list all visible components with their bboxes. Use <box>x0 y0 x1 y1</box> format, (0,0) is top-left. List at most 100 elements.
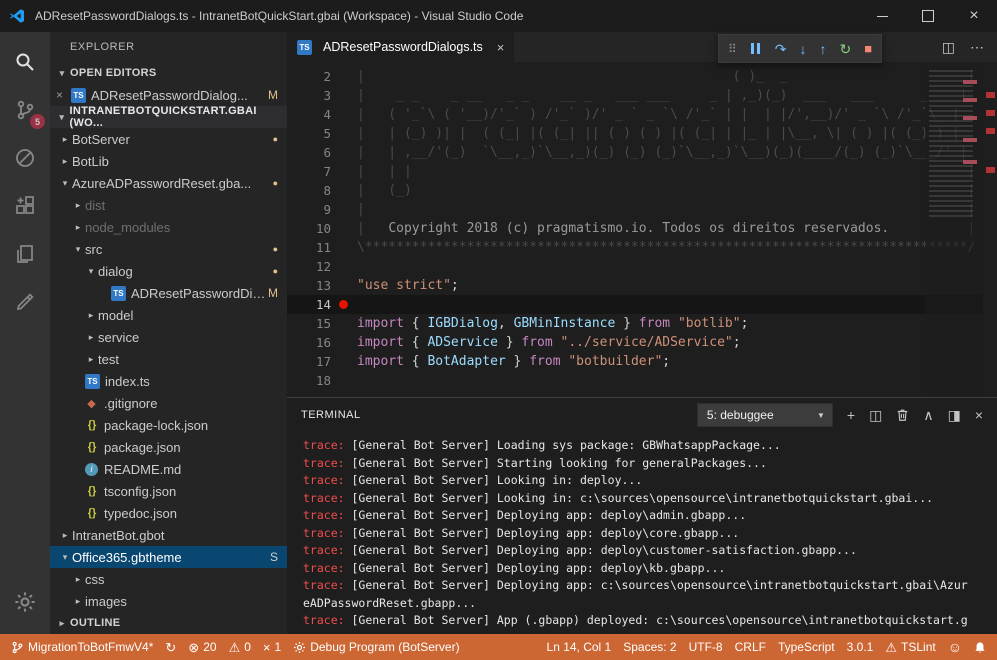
more-actions-button[interactable]: ⋯ <box>970 39 984 56</box>
code-line-14[interactable]: 14 <box>287 295 997 314</box>
git-branch[interactable]: MigrationToBotFmwV4* <box>5 634 159 660</box>
code-line-4[interactable]: 4| ( '_`\ ( '__)/'_` ) /'_` )/' _ ` _ `\… <box>287 105 997 124</box>
notifications-bell[interactable] <box>968 634 992 660</box>
tree-item[interactable]: ▸dist <box>50 194 287 216</box>
errors-count[interactable]: ⊗20 <box>182 634 222 660</box>
close-icon[interactable]: × <box>56 88 71 102</box>
tslint-status[interactable]: ⚠TSLint <box>879 634 941 660</box>
code-line-12[interactable]: 12 <box>287 257 997 276</box>
split-terminal-button[interactable]: ◫ <box>869 407 882 424</box>
tree-item[interactable]: ▾AzureADPasswordReset.gba...● <box>50 172 287 194</box>
maximize-button[interactable] <box>905 0 951 32</box>
tree-item[interactable]: ▸node_modules <box>50 216 287 238</box>
gear-icon[interactable] <box>0 578 50 626</box>
code-line-13[interactable]: 13"use strict"; <box>287 276 997 295</box>
step-over-button[interactable]: ↷ <box>775 42 787 56</box>
terminal-tab[interactable]: TERMINAL <box>301 409 361 421</box>
tree-item[interactable]: ▸IntranetBot.gbot <box>50 524 287 546</box>
tree-item[interactable]: ▸test <box>50 348 287 370</box>
tree-item[interactable]: {}package.json <box>50 436 287 458</box>
tab-title: ADResetPasswordDialogs.ts <box>323 40 483 54</box>
typescript-version[interactable]: 3.0.1 <box>841 634 880 660</box>
close-button[interactable]: × <box>951 0 997 32</box>
terminal-line: trace: [General Bot Server] Loading sys … <box>303 437 997 455</box>
tree-item[interactable]: {}tsconfig.json <box>50 480 287 502</box>
code-line-7[interactable]: 7| | | | <box>287 162 997 181</box>
tree-item[interactable]: ▾src● <box>50 238 287 260</box>
search-icon[interactable] <box>0 38 50 86</box>
code-editor[interactable]: 2| ( )_ _ |3| _ _ _ __ _ _ __ _ ___ ___ … <box>287 62 997 397</box>
extensions-icon[interactable] <box>0 182 50 230</box>
line-number: 18 <box>287 371 345 390</box>
breakpoint-dot[interactable] <box>339 300 348 309</box>
open-editor-item[interactable]: ×TSADResetPasswordDialog...M <box>50 84 287 106</box>
code-line-8[interactable]: 8| (_) | <box>287 181 997 200</box>
tree-item[interactable]: {}package-lock.json <box>50 414 287 436</box>
pages-icon[interactable] <box>0 230 50 278</box>
tree-item[interactable]: ▾dialog● <box>50 260 287 282</box>
code-line-15[interactable]: 15import { IGBDialog, GBMinInstance } fr… <box>287 314 997 333</box>
tree-item[interactable]: TSindex.ts <box>50 370 287 392</box>
sync-button[interactable]: ↻ <box>159 634 182 660</box>
restart-button[interactable]: ↻ <box>840 42 852 56</box>
terminal-output[interactable]: trace: [General Bot Server] Loading sys … <box>287 432 997 634</box>
tree-item[interactable]: {}typedoc.json <box>50 502 287 524</box>
file-tree: ▸BotServer●▸BotLib▾AzureADPasswordReset.… <box>50 128 287 612</box>
tree-item[interactable]: ◆.gitignore <box>50 392 287 414</box>
source-control-icon[interactable]: 5 <box>0 86 50 134</box>
code-line-11[interactable]: 11\*************************************… <box>287 238 997 257</box>
encoding[interactable]: UTF-8 <box>683 634 729 660</box>
stop-button[interactable]: ■ <box>864 42 872 55</box>
edit-icon[interactable] <box>0 278 50 326</box>
indentation[interactable]: Spaces: 2 <box>617 634 682 660</box>
overview-ruler[interactable] <box>983 62 997 397</box>
terminal-selector-dropdown[interactable]: 5: debuggee ▼ <box>697 403 833 427</box>
add-terminal-button[interactable]: + <box>847 407 855 423</box>
debug-launch[interactable]: Debug Program (BotServer) <box>287 634 465 660</box>
cursor-position[interactable]: Ln 14, Col 1 <box>541 634 618 660</box>
tree-item[interactable]: ▾Office365.gbthemeS <box>50 546 287 568</box>
error-mark <box>986 167 995 173</box>
open-editors-header[interactable]: ▾ OPEN EDITORS <box>50 62 287 84</box>
eol-sequence[interactable]: CRLF <box>729 634 772 660</box>
tab-adresetpassworddialogs[interactable]: TS ADResetPasswordDialogs.ts × <box>287 32 514 62</box>
tree-item[interactable]: ▸css <box>50 568 287 590</box>
warnings-count[interactable]: ⚠0 <box>223 634 257 660</box>
step-into-button[interactable]: ↓ <box>800 42 807 56</box>
circle-slash-icon[interactable] <box>0 134 50 182</box>
tree-item[interactable]: ▸model <box>50 304 287 326</box>
drag-handle[interactable]: ⠿ <box>728 43 737 55</box>
minimize-button[interactable] <box>859 0 905 32</box>
workspace-header[interactable]: ▾ INTRANETBOTQUICKSTART.GBAI (WO... <box>50 106 287 128</box>
kill-terminal-button[interactable] <box>896 408 909 422</box>
minimap[interactable] <box>925 66 983 397</box>
tab-close-icon[interactable]: × <box>497 40 505 55</box>
language-mode[interactable]: TypeScript <box>772 634 841 660</box>
split-editor-button[interactable]: ◫ <box>942 39 955 56</box>
pause-button[interactable] <box>750 43 762 54</box>
code-line-17[interactable]: 17import { BotAdapter } from "botbuilder… <box>287 352 997 371</box>
tree-item[interactable]: TSADResetPasswordDial...M <box>50 282 287 304</box>
tree-item[interactable]: iREADME.md <box>50 458 287 480</box>
code-line-6[interactable]: 6| | ,__/'(_) `\__,_)`\__,_)(_) (_) (_)`… <box>287 143 997 162</box>
code-line-10[interactable]: 10| Copyright 2018 (c) pragmatismo.io. T… <box>287 219 997 238</box>
feedback-smiley[interactable]: ☺ <box>942 634 968 660</box>
code-line-2[interactable]: 2| ( )_ _ | <box>287 67 997 86</box>
code-line-9[interactable]: 9| | <box>287 200 997 219</box>
close-panel-button[interactable]: × <box>975 407 983 423</box>
fix-count[interactable]: ×1 <box>257 634 287 660</box>
code-line-3[interactable]: 3| _ _ _ __ _ _ __ _ ___ ___ _ | ,_)(_) … <box>287 86 997 105</box>
code-line-5[interactable]: 5| | (_) )| | ( (_| |( (_| || ( ) ( ) |(… <box>287 124 997 143</box>
tree-item[interactable]: ▸images <box>50 590 287 612</box>
maximize-panel-button[interactable]: ∧ <box>923 407 933 424</box>
toggle-panel-position-button[interactable]: ◨ <box>948 407 961 424</box>
tree-item[interactable]: ▸service <box>50 326 287 348</box>
chevron-right-icon: ▸ <box>71 200 85 211</box>
tree-item[interactable]: ▸BotLib <box>50 150 287 172</box>
code-line-16[interactable]: 16import { ADService } from "../service/… <box>287 333 997 352</box>
tree-item[interactable]: ▸BotServer● <box>50 128 287 150</box>
code-lines: 2| ( )_ _ |3| _ _ _ __ _ _ __ _ ___ ___ … <box>287 62 997 397</box>
code-line-18[interactable]: 18 <box>287 371 997 390</box>
outline-header[interactable]: ▸ OUTLINE <box>50 612 287 634</box>
step-out-button[interactable]: ↑ <box>820 42 827 56</box>
